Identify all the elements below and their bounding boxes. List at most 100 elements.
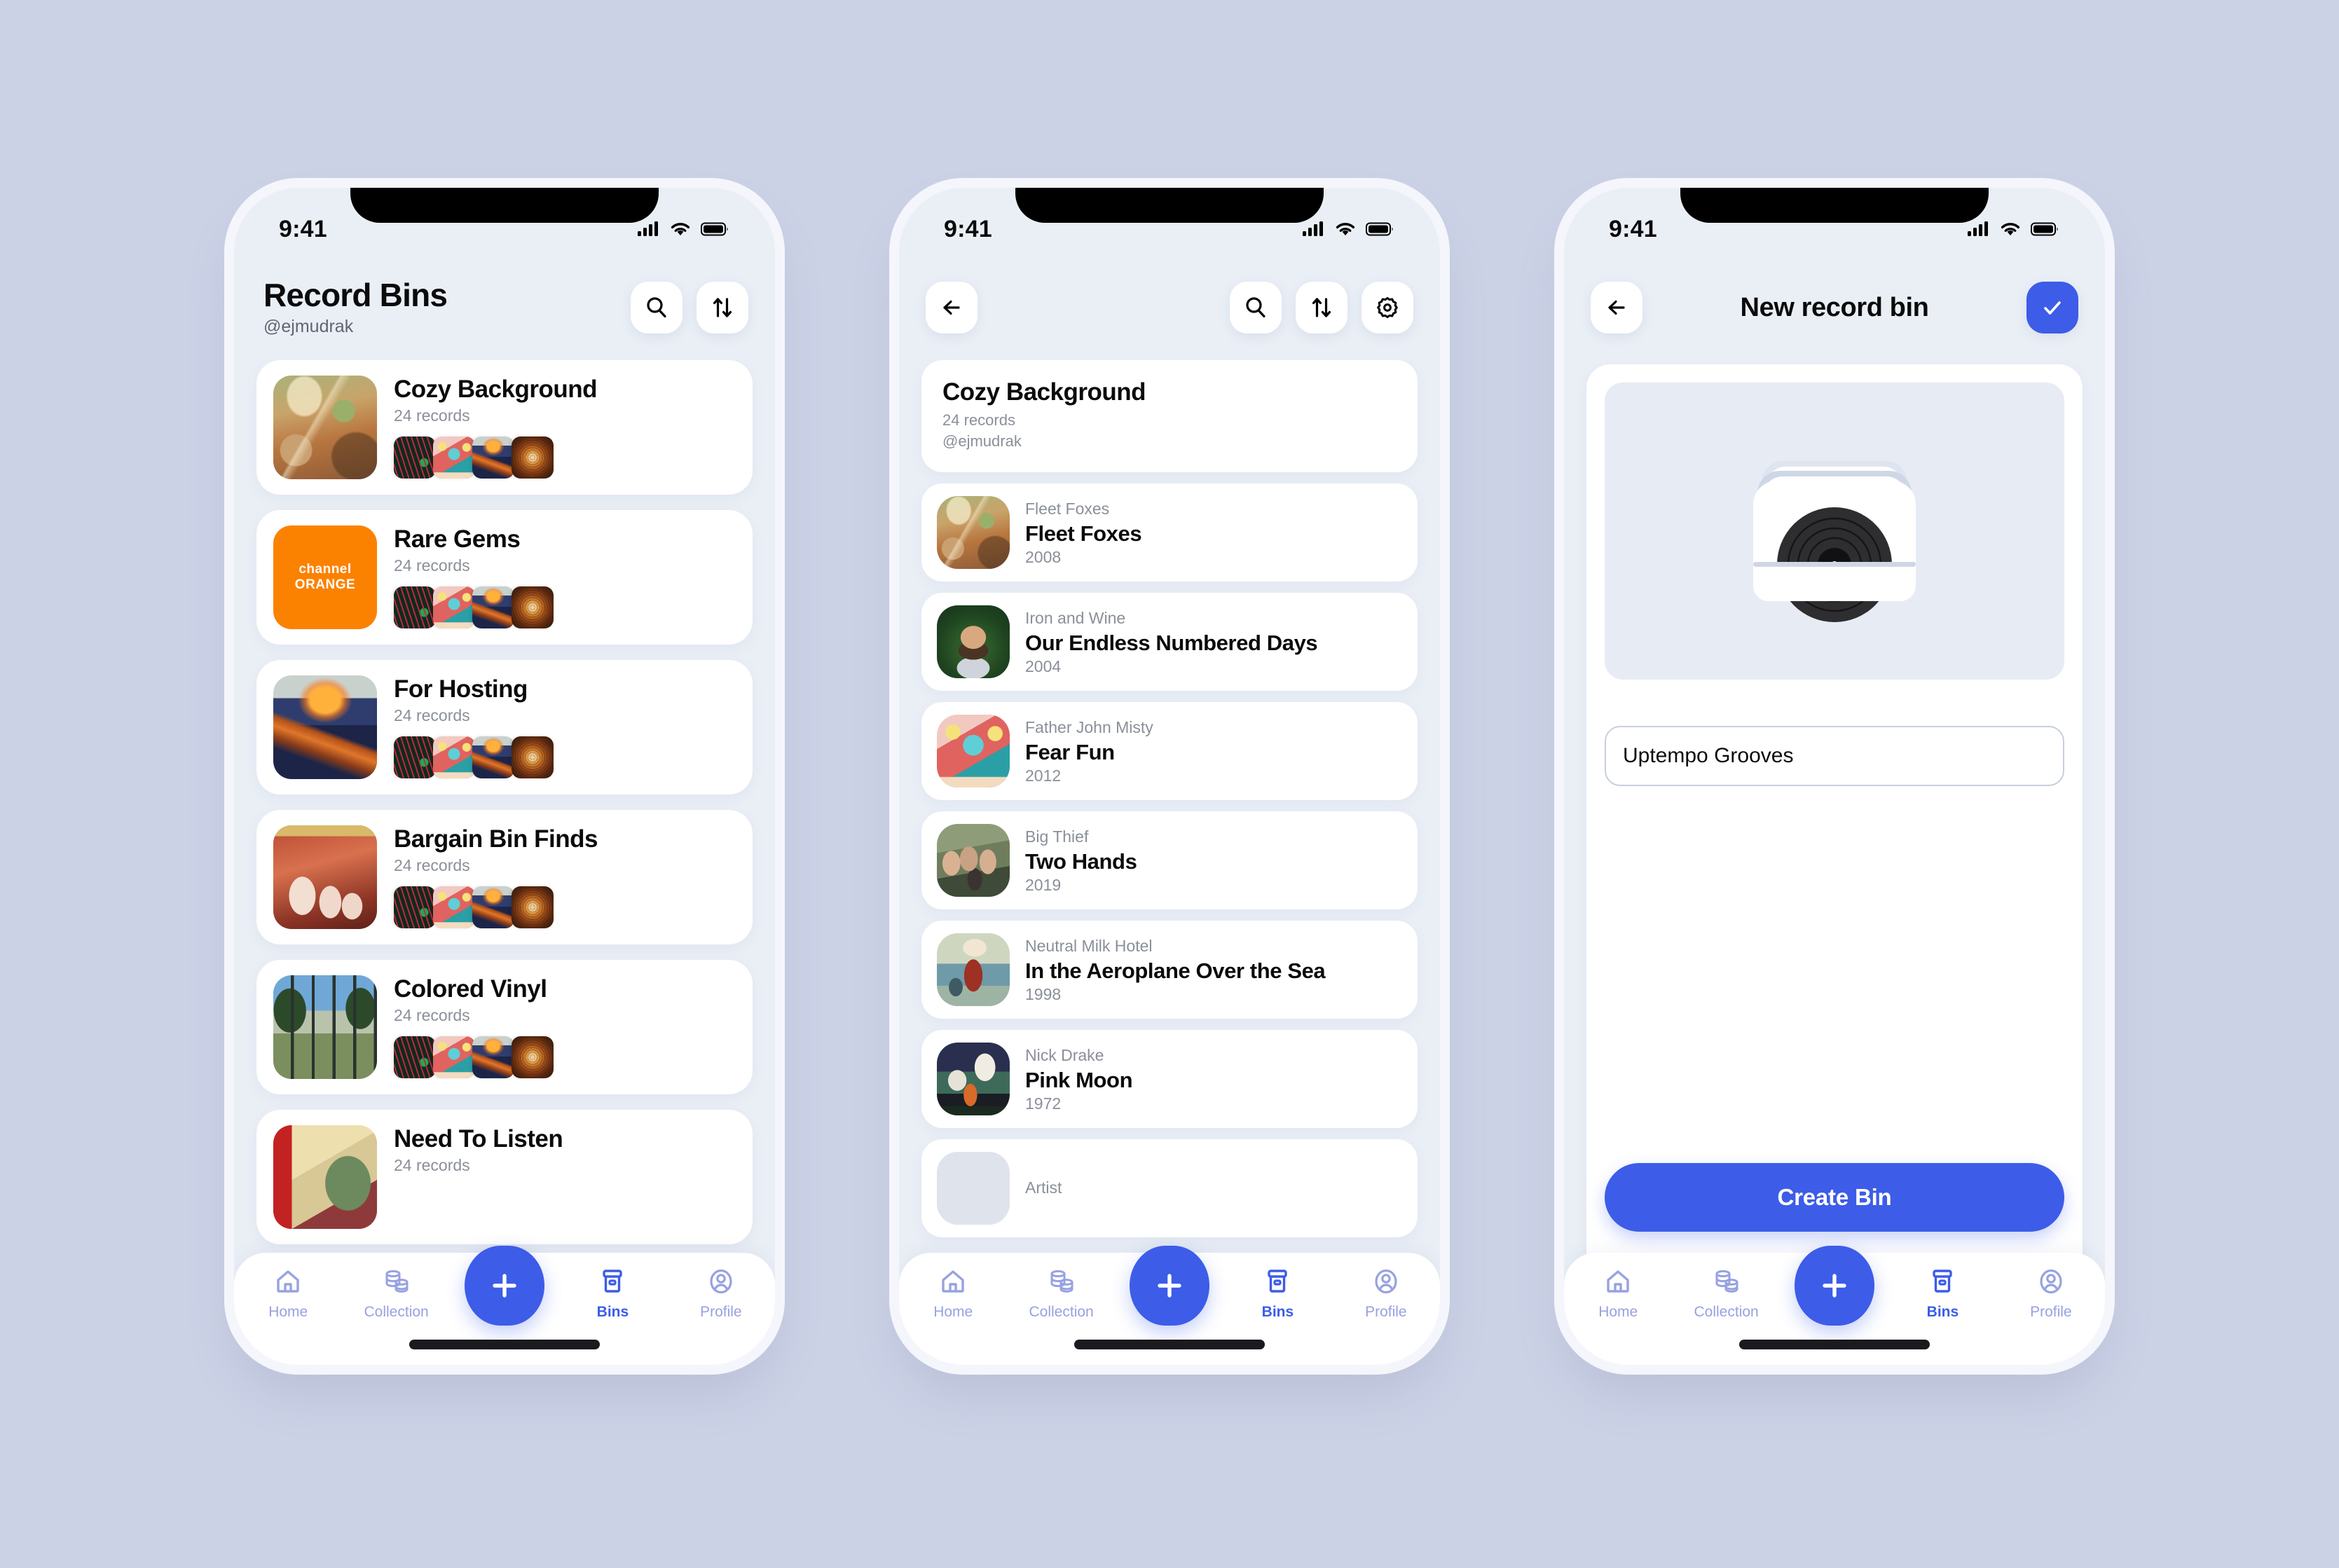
- home-indicator: [1739, 1340, 1930, 1349]
- tab-label: Collection: [364, 1304, 429, 1320]
- record-row[interactable]: Father John Misty Fear Fun 2012: [921, 702, 1418, 801]
- record-album: Two Hands: [1025, 848, 1137, 874]
- record-artist: Father John Misty: [1025, 717, 1153, 736]
- tab-home[interactable]: Home: [1564, 1265, 1672, 1321]
- bin-cover: [273, 376, 377, 479]
- bin-card[interactable]: For Hosting 24 records: [256, 660, 753, 795]
- record-album: Our Endless Numbered Days: [1025, 630, 1318, 655]
- record-year: 2012: [1025, 766, 1062, 785]
- tab-add[interactable]: [1116, 1246, 1223, 1326]
- tab-collection[interactable]: Collection: [342, 1265, 450, 1321]
- record-album: Fear Fun: [1025, 739, 1115, 764]
- tab-label: Profile: [700, 1304, 742, 1320]
- bin-name-value: Uptempo Grooves: [1623, 744, 1794, 767]
- status-icons: [1968, 221, 2060, 238]
- album-cover: [937, 605, 1010, 679]
- wifi-icon: [2001, 223, 2020, 235]
- tab-profile[interactable]: Profile: [667, 1265, 775, 1321]
- tab-home[interactable]: Home: [234, 1265, 342, 1321]
- record-bin-illustration: [1753, 461, 1916, 622]
- status-time: 9:41: [944, 215, 992, 242]
- bin-name-input[interactable]: Uptempo Grooves: [1605, 726, 2064, 786]
- add-button[interactable]: [1795, 1246, 1875, 1326]
- profile-icon: [710, 1269, 732, 1294]
- record-row[interactable]: Artist: [921, 1139, 1418, 1238]
- bin-card[interactable]: Colored Vinyl 24 records: [256, 960, 753, 1094]
- bin-meta: Colored Vinyl 24 records: [377, 975, 736, 1079]
- tab-bins[interactable]: Bins: [1223, 1265, 1331, 1321]
- bin-thumbnail: [433, 1036, 475, 1078]
- search-button[interactable]: [631, 282, 683, 333]
- status-time: 9:41: [1609, 215, 1657, 242]
- bin-card[interactable]: Cozy Background 24 records: [256, 360, 753, 495]
- tab-label: Bins: [596, 1304, 629, 1320]
- bin-count: 24 records: [394, 706, 470, 724]
- add-button[interactable]: [465, 1246, 545, 1326]
- bin-count: 24 records: [942, 411, 1015, 429]
- tab-bins[interactable]: Bins: [558, 1265, 666, 1321]
- sort-arrows-icon: [713, 298, 732, 317]
- tab-collection[interactable]: Collection: [1007, 1265, 1115, 1321]
- settings-button[interactable]: [1361, 282, 1413, 333]
- bin-card[interactable]: Bargain Bin Finds 24 records: [256, 810, 753, 944]
- tab-add[interactable]: [1781, 1246, 1888, 1326]
- bin-cover: [273, 675, 377, 779]
- bin-thumbnail-row: [394, 586, 736, 628]
- sort-button[interactable]: [1296, 282, 1347, 333]
- home-indicator: [409, 1340, 600, 1349]
- profile-icon: [1375, 1269, 1397, 1294]
- record-artist: Artist: [1025, 1178, 1062, 1197]
- plus-icon: [1823, 1274, 1846, 1298]
- search-icon: [1246, 297, 1265, 318]
- tab-label: Collection: [1694, 1304, 1759, 1320]
- tab-add[interactable]: [451, 1246, 558, 1326]
- tab-profile[interactable]: Profile: [1997, 1265, 2105, 1321]
- coins-stack-icon: [1715, 1270, 1738, 1293]
- search-button[interactable]: [1230, 282, 1282, 333]
- record-row[interactable]: Nick Drake Pink Moon 1972: [921, 1030, 1418, 1129]
- record-meta: Neutral Milk Hotel In the Aeroplane Over…: [1010, 936, 1326, 1004]
- title-block: Record Bins @ejmudrak: [261, 278, 631, 336]
- bin-count: 24 records: [394, 556, 470, 575]
- bin-thumbnail-row: [394, 886, 736, 928]
- tab-collection[interactable]: Collection: [1672, 1265, 1780, 1321]
- album-cover: [937, 715, 1010, 788]
- artwork-picker[interactable]: [1605, 383, 2064, 680]
- tab-bins[interactable]: Bins: [1888, 1265, 1996, 1321]
- bin-count: 24 records: [394, 1156, 470, 1174]
- tab-profile[interactable]: Profile: [1332, 1265, 1440, 1321]
- bin-cover: channel ORANGE: [273, 525, 377, 629]
- form-card: Uptempo Grooves Create Bin: [1586, 364, 2083, 1310]
- sort-button[interactable]: [697, 282, 748, 333]
- bin-card[interactable]: channel ORANGE Rare Gems 24 records: [256, 510, 753, 645]
- create-bin-button[interactable]: Create Bin: [1605, 1163, 2064, 1232]
- record-row[interactable]: Neutral Milk Hotel In the Aeroplane Over…: [921, 921, 1418, 1019]
- record-row[interactable]: Big Thief Two Hands 2019: [921, 811, 1418, 910]
- bin-thumbnail: [394, 436, 436, 479]
- bins-list[interactable]: Cozy Background 24 records channel ORANG…: [234, 360, 775, 1365]
- tab-home[interactable]: Home: [899, 1265, 1007, 1321]
- record-meta: Fleet Foxes Fleet Foxes 2008: [1010, 499, 1142, 567]
- bin-cover: [273, 1125, 377, 1229]
- record-year: 2019: [1025, 875, 1062, 894]
- status-bar: 9:41: [234, 188, 775, 255]
- record-row[interactable]: Iron and Wine Our Endless Numbered Days …: [921, 593, 1418, 692]
- user-handle: @ejmudrak: [263, 316, 354, 336]
- records-list[interactable]: Cozy Background 24 records @ejmudrak Fle…: [899, 360, 1440, 1365]
- sort-arrows-icon: [1312, 298, 1331, 317]
- record-artist: Fleet Foxes: [1025, 499, 1110, 518]
- profile-icon: [2040, 1269, 2062, 1294]
- back-button[interactable]: [1591, 282, 1642, 333]
- status-icons: [638, 221, 730, 238]
- record-row[interactable]: Fleet Foxes Fleet Foxes 2008: [921, 483, 1418, 582]
- confirm-button[interactable]: [2026, 282, 2078, 333]
- bin-thumbnail: [433, 436, 475, 479]
- add-button[interactable]: [1130, 1246, 1210, 1326]
- bin-count: 24 records: [394, 1006, 470, 1024]
- bins-header: Record Bins @ejmudrak: [234, 255, 775, 360]
- bin-card[interactable]: Need To Listen 24 records: [256, 1110, 753, 1244]
- back-button[interactable]: [926, 282, 978, 333]
- record-artist: Neutral Milk Hotel: [1025, 936, 1153, 955]
- bin-box-icon: [1933, 1270, 1953, 1293]
- bin-meta: Cozy Background 24 records: [377, 376, 736, 479]
